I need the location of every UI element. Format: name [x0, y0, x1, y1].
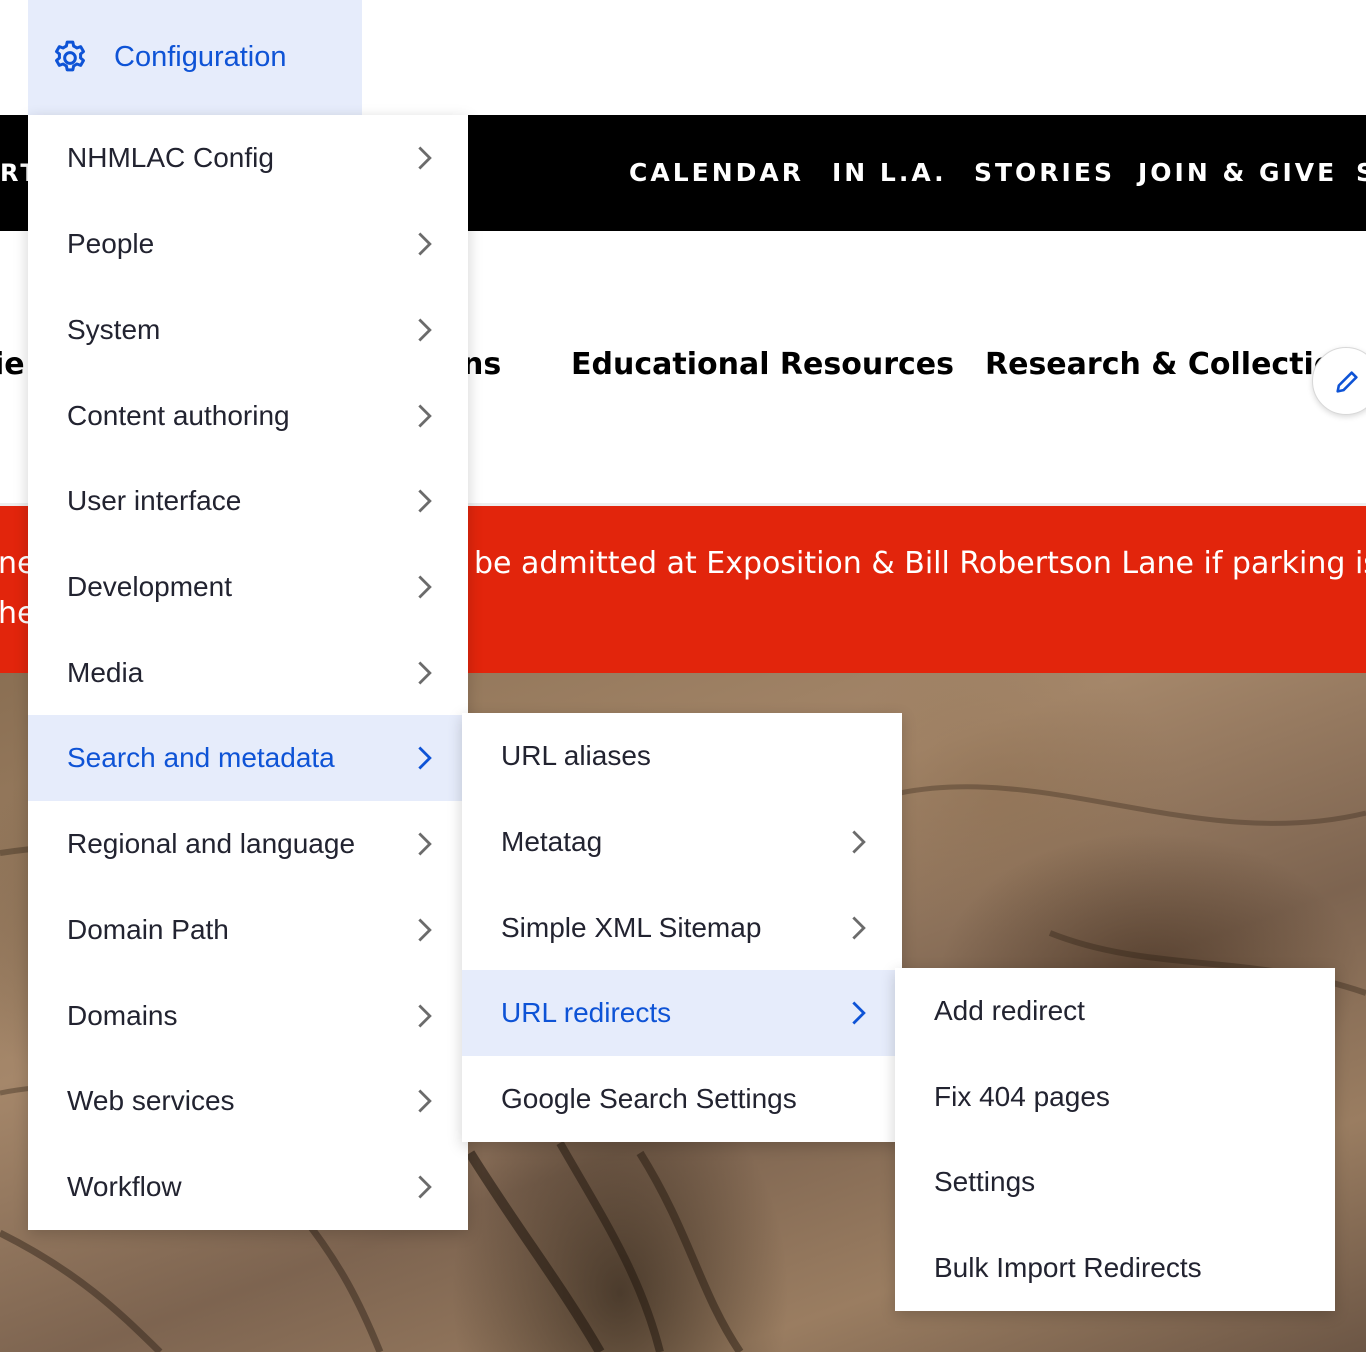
menu-item-bulk-import-redirects[interactable]: Bulk Import Redirects — [895, 1225, 1335, 1311]
top-nav-cut-right[interactable]: S — [1356, 115, 1366, 231]
menu-item-url-redirects[interactable]: URL redirects — [462, 970, 896, 1056]
menu-item-label: Regional and language — [67, 828, 356, 859]
menu-item-label: URL aliases — [501, 740, 651, 771]
menu-item-label: Web services — [67, 1085, 235, 1116]
menu-item-label: Search and metadata — [67, 742, 335, 773]
chevron-right-icon — [418, 232, 432, 256]
menu-item-label: Bulk Import Redirects — [934, 1252, 1202, 1283]
pencil-icon — [1336, 371, 1358, 393]
menu-item-settings[interactable]: Settings — [895, 1139, 1335, 1225]
menu-item-media[interactable]: Media — [28, 630, 462, 716]
menu-item-url-aliases[interactable]: URL aliases — [462, 713, 896, 799]
alert-text: be admitted at Exposition & Bill Roberts… — [474, 546, 1366, 581]
chevron-right-icon — [418, 489, 432, 513]
menu-item-domain-path[interactable]: Domain Path — [28, 887, 462, 973]
menu-item-fix-404-pages[interactable]: Fix 404 pages — [895, 1054, 1335, 1140]
menu-item-label: NHMLAC Config — [67, 142, 274, 173]
menu-item-label: Content authoring — [67, 400, 290, 431]
menu-item-development[interactable]: Development — [28, 544, 462, 630]
top-nav-join-give[interactable]: JOIN & GIVE — [1138, 115, 1337, 231]
chevron-right-icon — [418, 661, 432, 685]
menu-item-label: Workflow — [67, 1171, 182, 1202]
chevron-right-icon — [418, 318, 432, 342]
menu-item-user-interface[interactable]: User interface — [28, 458, 462, 544]
configuration-tab[interactable]: Configuration — [28, 0, 362, 115]
menu-item-label: URL redirects — [501, 997, 672, 1028]
chevron-right-icon — [418, 575, 432, 599]
menu-item-label: Simple XML Sitemap — [501, 912, 762, 943]
menu-item-nhmlac-config[interactable]: NHMLAC Config — [28, 115, 462, 201]
menu-item-label: Google Search Settings — [501, 1083, 797, 1114]
menu-item-web-services[interactable]: Web services — [28, 1058, 462, 1144]
menu-item-label: Domain Path — [67, 914, 229, 945]
menu-item-label: People — [67, 228, 155, 259]
menu-item-label: Fix 404 pages — [934, 1081, 1110, 1112]
top-nav-stories[interactable]: STORIES — [974, 115, 1115, 231]
chevron-right-icon — [418, 746, 432, 770]
secondary-nav-research-collections[interactable]: Research & Collections — [985, 347, 1366, 382]
menu-item-label: Add redirect — [934, 995, 1085, 1026]
secondary-nav-educational-resources[interactable]: Educational Resources — [571, 347, 954, 382]
chevron-right-icon — [418, 1175, 432, 1199]
menu-item-google-search-settings[interactable]: Google Search Settings — [462, 1056, 896, 1142]
url-redirects-submenu: Add redirect Fix 404 pages Settings Bulk… — [895, 968, 1335, 1311]
chevron-right-icon — [418, 1089, 432, 1113]
chevron-right-icon — [418, 404, 432, 428]
menu-item-system[interactable]: System — [28, 287, 462, 373]
menu-item-label: Settings — [934, 1166, 1036, 1197]
chevron-right-icon — [418, 832, 432, 856]
menu-item-regional-and-language[interactable]: Regional and language — [28, 801, 462, 887]
menu-item-content-authoring[interactable]: Content authoring — [28, 373, 462, 459]
menu-item-label: System — [67, 314, 161, 345]
menu-item-label: Domains — [67, 1000, 178, 1031]
chevron-right-icon — [852, 830, 866, 854]
chevron-right-icon — [852, 1001, 866, 1025]
menu-item-people[interactable]: People — [28, 201, 462, 287]
top-nav-in-la[interactable]: IN L.A. — [832, 115, 947, 231]
menu-item-metatag[interactable]: Metatag — [462, 799, 896, 885]
menu-item-add-redirect[interactable]: Add redirect — [895, 968, 1335, 1054]
menu-item-label: User interface — [67, 485, 242, 516]
menu-item-search-and-metadata[interactable]: Search and metadata — [28, 715, 462, 801]
menu-item-label: Metatag — [501, 826, 603, 857]
top-nav-calendar[interactable]: CALENDAR — [629, 115, 804, 231]
search-and-metadata-submenu: URL aliases Metatag Simple XML Sitemap U… — [462, 713, 902, 1142]
chevron-right-icon — [852, 916, 866, 940]
menu-item-workflow[interactable]: Workflow — [28, 1144, 462, 1230]
chevron-right-icon — [418, 146, 432, 170]
configuration-menu: NHMLAC Config People System Content auth… — [28, 115, 468, 1230]
chevron-right-icon — [418, 918, 432, 942]
menu-item-label: Development — [67, 571, 232, 602]
menu-item-domains[interactable]: Domains — [28, 973, 462, 1059]
menu-item-simple-xml-sitemap[interactable]: Simple XML Sitemap — [462, 885, 896, 971]
secondary-nav-cut-left[interactable]: ie — [0, 347, 25, 382]
configuration-label: Configuration — [114, 41, 287, 73]
chevron-right-icon — [418, 1004, 432, 1028]
menu-item-label: Media — [67, 657, 144, 688]
gear-icon — [55, 40, 85, 71]
